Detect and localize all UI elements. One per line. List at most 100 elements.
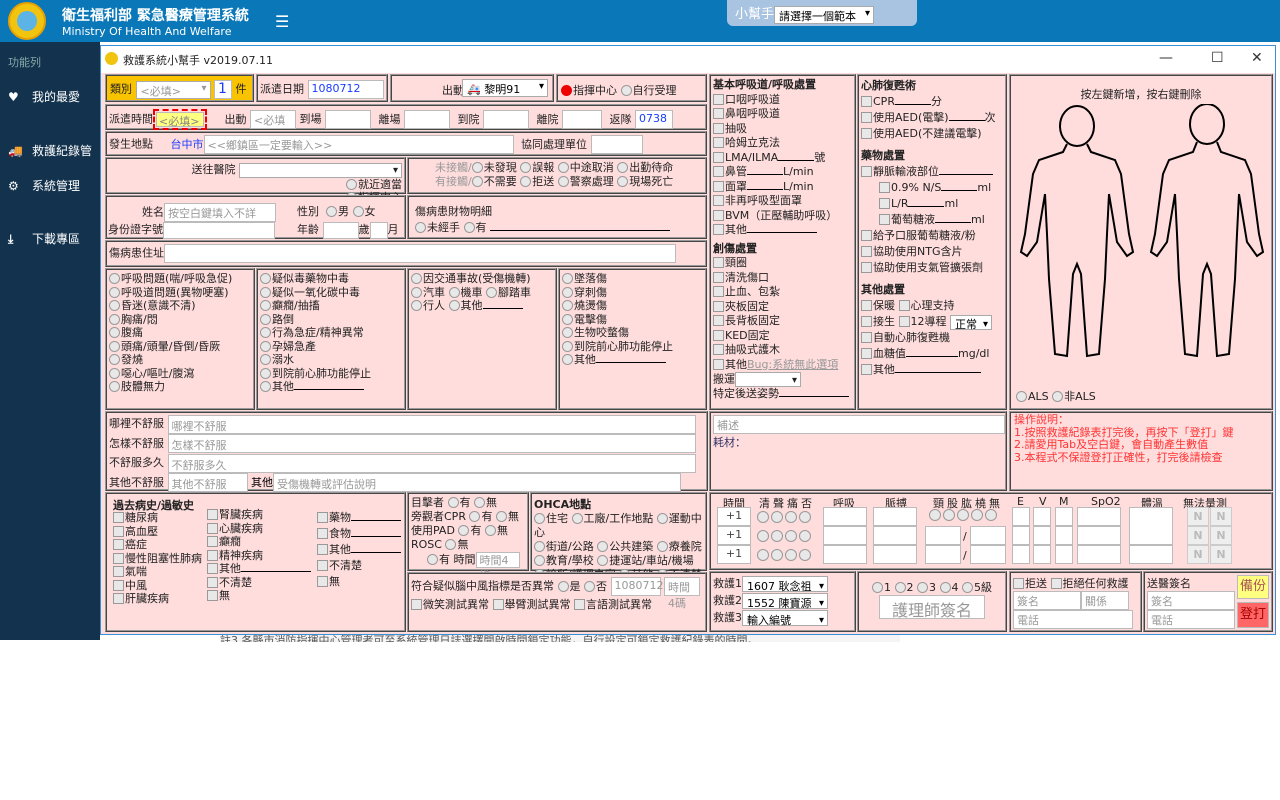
radio[interactable] — [260, 300, 271, 311]
history2-option[interactable]: 其他 — [207, 562, 311, 576]
history2-option[interactable]: 腎臟疾病 — [207, 508, 311, 522]
radio[interactable] — [656, 541, 668, 552]
radio[interactable] — [109, 381, 120, 392]
airway-item[interactable]: 鼻管 L/min — [713, 165, 852, 180]
sidebar-item-download[interactable]: ⤓ 下載專區 — [8, 230, 80, 247]
checkbox[interactable] — [317, 528, 328, 539]
stroke-test-option[interactable]: 微笑測試異常 — [411, 598, 489, 611]
radio[interactable] — [656, 513, 668, 524]
bp-site-radio[interactable] — [985, 509, 997, 521]
checkbox[interactable] — [713, 108, 724, 119]
history2-option[interactable]: 無 — [207, 589, 311, 603]
radio[interactable] — [260, 340, 271, 352]
consciousness-radio[interactable] — [771, 530, 783, 542]
history-option[interactable]: 中風 — [113, 579, 202, 593]
other-complaint-input[interactable]: 其他不舒服 — [167, 473, 248, 492]
radio[interactable] — [463, 222, 475, 233]
level-option[interactable]: 2 — [894, 581, 914, 594]
leave-time-input[interactable] — [404, 110, 450, 129]
radio[interactable] — [617, 162, 629, 173]
ohca-option[interactable]: 住宅 — [534, 512, 568, 525]
checkbox[interactable] — [713, 315, 724, 326]
crew2-select[interactable]: 1552 陳寶源 — [742, 593, 828, 612]
template-select[interactable]: 請選擇一個範本 — [774, 5, 875, 24]
injury-option[interactable]: 電擊傷 — [562, 313, 703, 327]
history-option[interactable]: 癌症 — [113, 538, 202, 552]
history-option[interactable]: 高血壓 — [113, 525, 202, 539]
hospital-reason-option[interactable]: 就近適當 — [109, 178, 402, 192]
symptom-tox-option[interactable]: 疑似毒藥物中毒 — [260, 272, 402, 286]
category-select[interactable]: <必填> — [135, 80, 211, 99]
radio[interactable] — [617, 176, 629, 187]
carry-select[interactable] — [735, 372, 801, 389]
symptom-option[interactable]: 頭痛/頭暈/昏倒/昏厥 — [109, 340, 251, 354]
radio[interactable] — [917, 582, 928, 593]
pulse-input[interactable] — [873, 526, 917, 545]
location-input[interactable]: <<鄉鎮區一定要輸入>> — [203, 135, 514, 154]
history2-option[interactable]: 不清楚 — [207, 576, 311, 590]
consciousness-radio[interactable] — [799, 549, 811, 561]
radio[interactable] — [109, 286, 120, 298]
als-option[interactable]: ALS — [1016, 390, 1049, 403]
checkbox[interactable] — [574, 599, 585, 610]
refuse-option[interactable]: 拒送 — [1013, 577, 1047, 590]
radio[interactable] — [109, 327, 120, 338]
symptom-tox-option[interactable]: 路倒 — [260, 313, 402, 327]
checkbox[interactable] — [317, 560, 328, 571]
bp-sys-input[interactable] — [925, 545, 961, 564]
consciousness-radio[interactable] — [799, 511, 811, 523]
symptom-option[interactable]: 發燒 — [109, 353, 251, 367]
checkbox[interactable] — [713, 195, 724, 206]
radio[interactable] — [562, 313, 573, 325]
name-input[interactable]: 按空白鍵填入不詳 — [164, 203, 276, 222]
bp-dia-input[interactable] — [970, 526, 1006, 545]
symptom-option[interactable]: 呼吸問題(喘/呼吸急促) — [109, 272, 251, 286]
ohca-option[interactable]: 教育/學校 — [534, 554, 594, 567]
checkbox[interactable] — [713, 166, 724, 177]
radio[interactable] — [411, 300, 422, 311]
property-option[interactable]: 未經手 — [415, 221, 460, 234]
time-plus-button[interactable]: +1 — [717, 526, 751, 545]
radio[interactable] — [520, 162, 532, 173]
gcs-input[interactable] — [1033, 526, 1051, 545]
radio[interactable] — [872, 582, 883, 593]
radio[interactable] — [260, 381, 271, 392]
history2-option[interactable]: 癲癇 — [207, 535, 311, 549]
symptom-tox-option[interactable]: 疑似一氧化碳中毒 — [260, 286, 402, 300]
checkbox[interactable] — [713, 180, 724, 192]
radio[interactable] — [411, 286, 422, 298]
radio[interactable] — [260, 327, 271, 338]
contact-option[interactable]: 現場死亡 — [617, 175, 673, 188]
drug-option[interactable]: 給予口服葡萄糖液/粉 — [861, 228, 1003, 244]
no-contact-option[interactable]: 出勤待命 — [617, 161, 673, 174]
bp-dia-input[interactable] — [970, 545, 1006, 564]
gcs-input[interactable] — [1033, 507, 1051, 526]
consciousness-radio[interactable] — [757, 511, 769, 523]
body-diagram[interactable] — [1011, 104, 1271, 374]
window-titlebar[interactable]: 救護系統小幫手 v2019.07.11 — ☐ ✕ — [101, 46, 1275, 73]
radio[interactable] — [534, 541, 545, 552]
refuse-sign-input[interactable]: 簽名 — [1013, 591, 1081, 610]
arrive-time-input[interactable] — [325, 110, 371, 129]
drug-option[interactable]: 協助使用NTG含片 — [861, 244, 1003, 260]
checkbox[interactable] — [713, 286, 724, 297]
symptom-option[interactable]: 腹痛 — [109, 326, 251, 340]
backup-button[interactable]: 備份 — [1237, 575, 1269, 599]
radio[interactable] — [1052, 391, 1064, 402]
checkbox[interactable] — [861, 246, 872, 257]
injury-option[interactable]: 到院前心肺功能停止 — [562, 340, 703, 354]
menu-icon[interactable]: ☰ — [275, 12, 289, 31]
airway-item[interactable]: 口咽呼吸道 — [713, 93, 852, 108]
gcs-input[interactable] — [1055, 526, 1073, 545]
radio[interactable] — [1016, 391, 1027, 402]
consciousness-radio[interactable] — [757, 530, 769, 542]
symptom-tox-option[interactable]: 到院前心肺功能停止 — [260, 367, 402, 381]
supplement-input[interactable]: 補述 — [713, 415, 1005, 434]
stroke-option[interactable]: 否 — [584, 580, 607, 593]
gcs-input[interactable] — [1012, 545, 1030, 564]
checkbox[interactable] — [113, 512, 124, 523]
radio[interactable] — [109, 300, 120, 311]
sidebar-item-system[interactable]: ⚙ 系統管理 — [8, 177, 80, 194]
radio[interactable] — [534, 555, 545, 566]
symptom-option[interactable]: 呼吸道問題(異物哽塞) — [109, 286, 251, 300]
